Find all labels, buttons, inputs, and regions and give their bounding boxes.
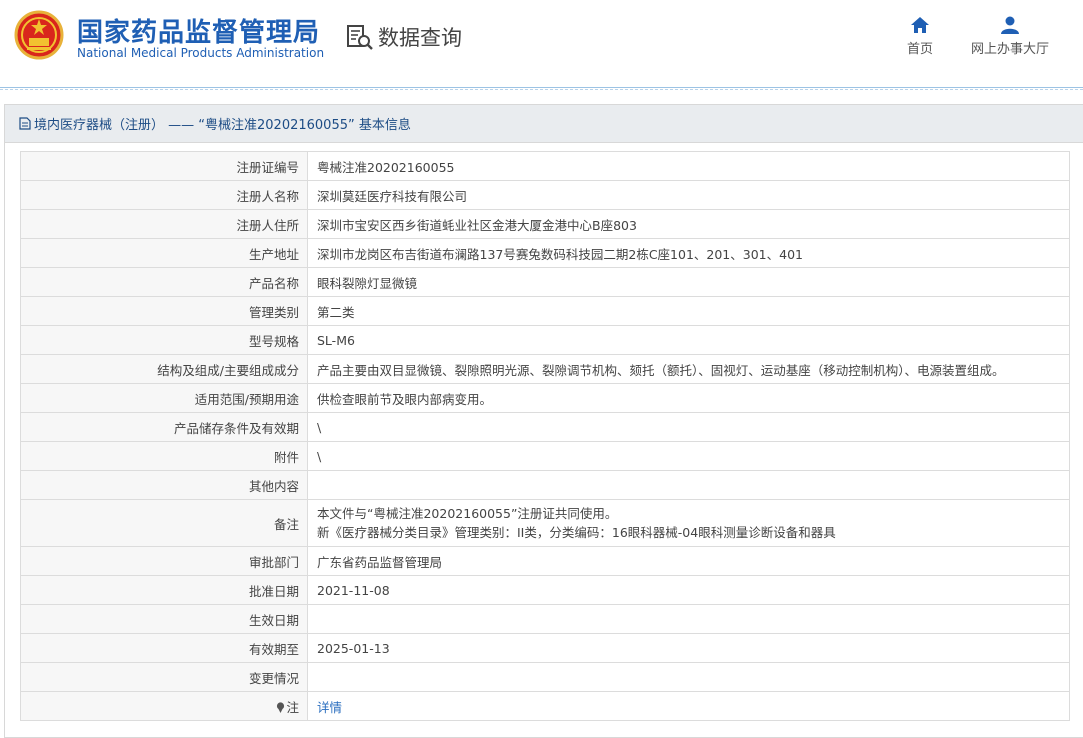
field-value: 2025-01-13	[307, 633, 1070, 663]
header-divider	[0, 87, 1083, 88]
field-label: 其他内容	[20, 470, 308, 500]
field-label: 有效期至	[20, 633, 308, 663]
table-row: 变更情况	[20, 662, 1070, 692]
field-label: 产品名称	[20, 267, 308, 297]
remark-line-2: 新《医疗器械分类目录》管理类别：II类，分类编码：16眼科器械-04眼科测量诊断…	[317, 525, 836, 540]
field-label: 生效日期	[20, 604, 308, 634]
field-label: 注	[20, 691, 308, 721]
field-label: 型号规格	[20, 325, 308, 355]
table-row: 注册人住所 深圳市宝安区西乡街道蚝业社区金港大厦金港中心B座803	[20, 209, 1070, 239]
table-row: 备注 本文件与“粤械注准20202160055”注册证共同使用。新《医疗器械分类目…	[20, 499, 1070, 547]
field-label: 审批部门	[20, 546, 308, 576]
note-label: 注	[286, 699, 299, 715]
field-label: 变更情况	[20, 662, 308, 692]
table-row: 审批部门 广东省药品监督管理局	[20, 546, 1070, 576]
table-row: 生产地址 深圳市龙岗区布吉街道布澜路137号赛兔数码科技园二期2栋C座101、20…	[20, 238, 1070, 268]
field-label: 注册人住所	[20, 209, 308, 239]
field-value: 眼科裂隙灯显微镜	[307, 267, 1070, 297]
field-label: 注册证编号	[20, 151, 308, 181]
user-icon	[1001, 16, 1019, 34]
table-row: 其他内容	[20, 470, 1070, 500]
nav-home-label: 首页	[906, 42, 933, 57]
field-value: 本文件与“粤械注准20202160055”注册证共同使用。新《医疗器械分类目录》…	[307, 499, 1070, 547]
table-row: 型号规格 SL-M6	[20, 325, 1070, 355]
field-label: 结构及组成/主要组成成分	[20, 354, 308, 384]
field-label: 注册人名称	[20, 180, 308, 210]
pin-icon	[277, 701, 285, 713]
field-value	[307, 662, 1070, 692]
panel-heading: 境内医疗器械（注册） —— “粤械注准20202160055” 基本信息	[5, 105, 1083, 143]
table-row: 结构及组成/主要组成成分 产品主要由双目显微镜、裂隙照明光源、裂隙调节机构、颏托（…	[20, 354, 1070, 384]
field-value	[307, 470, 1070, 500]
field-value: 详情	[307, 691, 1070, 721]
header-divider-dashed	[0, 89, 1083, 91]
field-value: 深圳市宝安区西乡街道蚝业社区金港大厦金港中心B座803	[307, 209, 1070, 239]
field-value: 2021-11-08	[307, 575, 1070, 605]
field-value: 第二类	[307, 296, 1070, 326]
field-label: 附件	[20, 441, 308, 471]
data-query-title: 数据查询	[346, 22, 462, 52]
field-label: 生产地址	[20, 238, 308, 268]
field-value: 广东省药品监督管理局	[307, 546, 1070, 576]
table-row: 有效期至 2025-01-13	[20, 633, 1070, 663]
table-row: 注册人名称 深圳莫廷医疗科技有限公司	[20, 180, 1070, 210]
national-emblem-icon	[14, 10, 64, 60]
field-value: \	[307, 412, 1070, 442]
search-document-icon	[347, 25, 373, 50]
details-link[interactable]: 详情	[317, 700, 342, 715]
field-value: 深圳市龙岗区布吉街道布澜路137号赛兔数码科技园二期2栋C座101、201、30…	[307, 238, 1070, 268]
site-title: 国家药品监督管理局	[77, 18, 321, 48]
field-label: 产品储存条件及有效期	[20, 412, 308, 442]
table-row: 管理类别 第二类	[20, 296, 1070, 326]
nav-home[interactable]: 首页	[905, 16, 935, 57]
site-subtitle: National Medical Products Administration	[77, 46, 325, 60]
nav-online-label: 网上办事大厅	[970, 42, 1049, 57]
field-value: 粤械注准20202160055	[307, 151, 1070, 181]
field-label: 适用范围/预期用途	[20, 383, 308, 413]
field-value: SL-M6	[307, 325, 1070, 355]
document-icon	[19, 117, 31, 130]
table-row: 生效日期	[20, 604, 1070, 634]
data-query-label: 数据查询	[378, 26, 462, 50]
field-label: 批准日期	[20, 575, 308, 605]
table-row: 产品储存条件及有效期 \	[20, 412, 1070, 442]
field-label: 管理类别	[20, 296, 308, 326]
nav-online-service-hall[interactable]: 网上办事大厅	[970, 16, 1050, 57]
site-header: 国家药品监督管理局 National Medical Products Admi…	[0, 0, 1083, 90]
table-row: 附件 \	[20, 441, 1070, 471]
table-row: 适用范围/预期用途 供检查眼前节及眼内部病变用。	[20, 383, 1070, 413]
registration-info-table: 注册证编号 粤械注准20202160055 注册人名称 深圳莫廷医疗科技有限公司 注…	[20, 151, 1070, 721]
field-value: 供检查眼前节及眼内部病变用。	[307, 383, 1070, 413]
table-row: 产品名称 眼科裂隙灯显微镜	[20, 267, 1070, 297]
field-label: 备注	[20, 499, 308, 547]
field-value: 深圳莫廷医疗科技有限公司	[307, 180, 1070, 210]
field-value: 产品主要由双目显微镜、裂隙照明光源、裂隙调节机构、颏托（额托）、固视灯、运动基座…	[307, 354, 1070, 384]
table-row: 注 详情	[20, 691, 1070, 721]
field-value: \	[307, 441, 1070, 471]
panel-heading-text: 境内医疗器械（注册） —— “粤械注准20202160055” 基本信息	[34, 118, 411, 133]
table-row: 批准日期 2021-11-08	[20, 575, 1070, 605]
remark-line-1: 本文件与“粤械注准20202160055”注册证共同使用。	[317, 506, 618, 521]
detail-panel: 境内医疗器械（注册） —— “粤械注准20202160055” 基本信息 注册证…	[4, 104, 1083, 738]
field-value	[307, 604, 1070, 634]
home-icon	[911, 17, 929, 33]
table-row: 注册证编号 粤械注准20202160055	[20, 151, 1070, 181]
